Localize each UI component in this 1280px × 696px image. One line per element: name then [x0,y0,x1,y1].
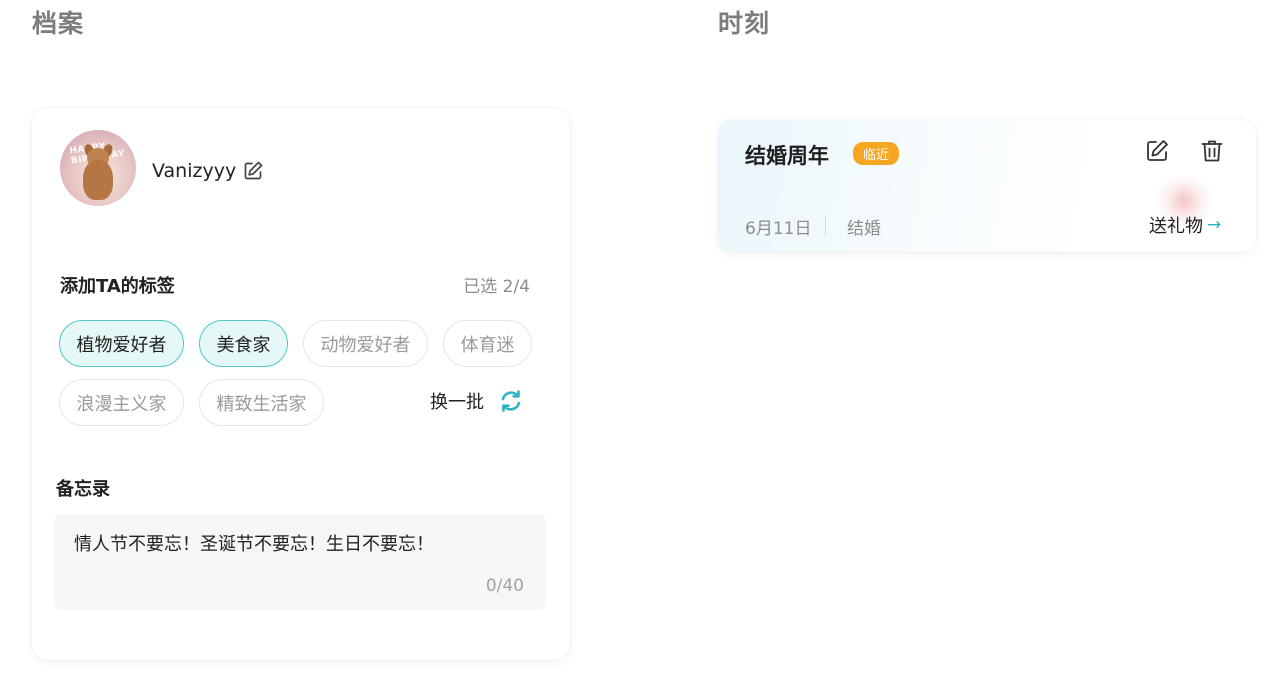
tag-chip[interactable]: 植物爱好者 [59,320,184,367]
arrow-right-icon: → [1207,215,1222,235]
username: Vanizyyy [152,160,237,182]
tags-selected-count: 已选 2/4 [463,277,530,297]
refresh-tags-button[interactable]: 换一批 [430,388,524,414]
tag-chip[interactable]: 美食家 [199,320,288,367]
avatar[interactable]: HAPPY BIRTHDAY [60,130,136,206]
memo-heading: 备忘录 [56,479,110,500]
memo-char-count: 0/40 [485,576,524,596]
moment-date: 6月11日 [745,219,812,239]
profile-section-title: 档案 [32,9,85,38]
status-badge: 临近 [853,142,900,165]
moment-type: 结婚 [847,219,881,239]
moment-card[interactable]: 结婚周年 临近 6月11日 结婚 送礼物 → [718,120,1256,252]
send-gift-label: 送礼物 [1149,216,1203,237]
memo-textarea[interactable]: 情人节不要忘！圣诞节不要忘！生日不要忘！ 0/40 [54,514,546,610]
moments-section-title: 时刻 [718,9,771,38]
tags-heading: 添加TA的标签 [60,276,175,297]
trash-icon[interactable] [1199,138,1225,164]
tag-chip[interactable]: 动物爱好者 [303,320,428,367]
tag-chip[interactable]: 体育迷 [443,320,532,367]
tag-chip[interactable]: 精致生活家 [199,379,324,426]
send-gift-button[interactable]: 送礼物 → [1149,212,1221,238]
tag-chip[interactable]: 浪漫主义家 [59,379,184,426]
memo-text: 情人节不要忘！圣诞节不要忘！生日不要忘！ [74,534,434,555]
avatar-bear-body [83,160,113,200]
divider [825,216,826,236]
profile-card: HAPPY BIRTHDAY Vanizyyy 添加TA的标签 已选 2/4 植… [32,108,570,660]
edit-icon[interactable] [1144,138,1170,164]
refresh-icon [498,388,524,414]
moment-title: 结婚周年 [745,144,829,168]
refresh-tags-label: 换一批 [430,392,484,413]
edit-icon[interactable] [242,160,264,182]
